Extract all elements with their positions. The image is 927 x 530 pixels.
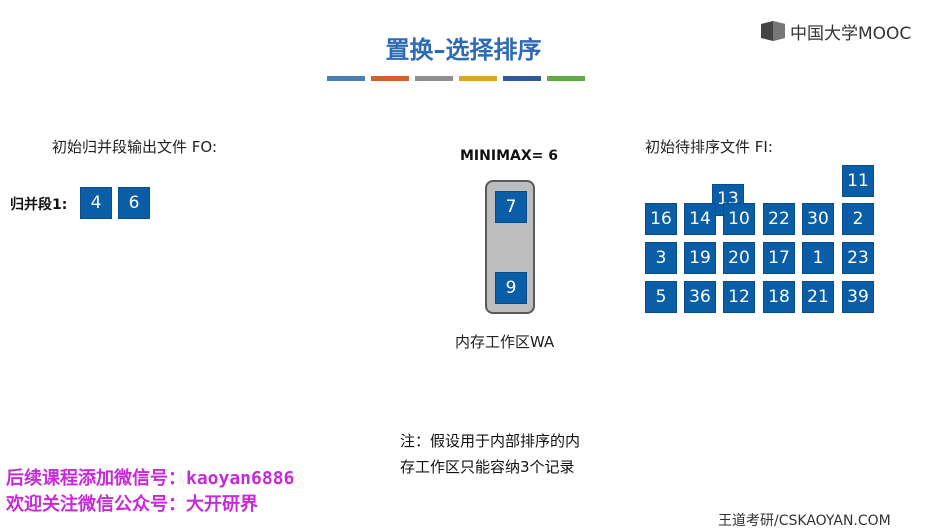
output-file-label: 初始归并段输出文件 FO: (52, 138, 217, 156)
promo-line: 欢迎关注微信公众号：大开研界 (6, 494, 258, 515)
input-block: 22 (763, 203, 795, 235)
input-block: 14 (684, 203, 716, 235)
footer-text: 王道考研/CSKAOYAN.COM (718, 513, 891, 529)
output-block: 4 (80, 187, 112, 219)
input-block: 3 (645, 242, 677, 274)
input-block: 1 (802, 242, 834, 274)
note: 注：假设用于内部排序的内 存工作区只能容纳3个记录 (400, 428, 630, 480)
run-label: 归并段1: (10, 197, 68, 213)
input-block: 12 (723, 281, 755, 313)
work-area-block: 9 (495, 272, 527, 304)
input-block: 39 (842, 281, 874, 313)
note-line: 注：假设用于内部排序的内 (400, 432, 581, 450)
color-segment-5 (503, 76, 541, 81)
minimax-label: MINIMAX= 6 (460, 148, 558, 164)
work-area-label: 内存工作区WA (455, 333, 555, 351)
slide-title: 置换–选择排序 (385, 36, 542, 64)
input-block: 18 (763, 281, 795, 313)
note-line: 存工作区只能容纳3个记录 (400, 458, 575, 476)
input-block: 16 (645, 203, 677, 235)
color-segment-3 (415, 76, 453, 81)
input-block: 36 (684, 281, 716, 313)
input-block: 11 (842, 165, 874, 197)
color-segment-6 (547, 76, 585, 81)
input-block: 19 (684, 242, 716, 274)
color-segment-2 (371, 76, 409, 81)
input-block: 10 (723, 203, 755, 235)
title-color-bar (327, 76, 585, 81)
input-block: 20 (723, 242, 755, 274)
output-block: 6 (118, 187, 150, 219)
promo-line: 后续课程添加微信号：kaoyan6886 (6, 468, 295, 489)
input-file-label: 初始待排序文件 FI: (645, 138, 773, 156)
color-segment-4 (459, 76, 497, 81)
input-block: 23 (842, 242, 874, 274)
input-block: 30 (802, 203, 834, 235)
color-segment-1 (327, 76, 365, 81)
input-block: 2 (842, 203, 874, 235)
input-block: 5 (645, 281, 677, 313)
work-area-block: 7 (495, 191, 527, 223)
input-block: 21 (802, 281, 834, 313)
input-block: 17 (763, 242, 795, 274)
